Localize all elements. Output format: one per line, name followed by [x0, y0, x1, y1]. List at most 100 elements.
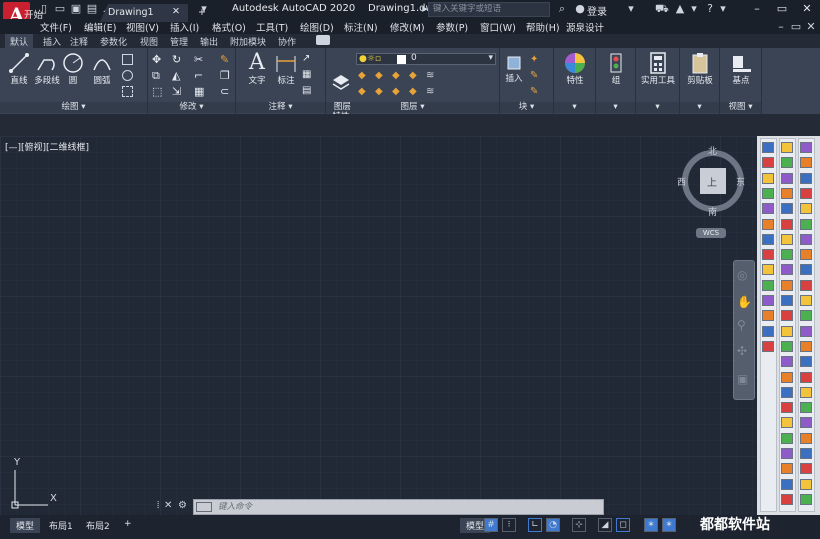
ellipse-icon[interactable]: [122, 70, 133, 81]
toolbar-tool-icon[interactable]: [781, 325, 793, 337]
toolbar-tool-icon[interactable]: [781, 310, 793, 322]
compass-east[interactable]: 东: [736, 175, 745, 188]
toolbar-tool-icon[interactable]: [800, 448, 812, 459]
arc-button[interactable]: 圆弧: [90, 52, 114, 86]
copy-icon[interactable]: ⧉: [152, 69, 163, 82]
layer-walk-icon[interactable]: ◆: [409, 86, 420, 97]
layer-thaw-icon[interactable]: ◆: [375, 86, 386, 97]
toolbar-tool-icon[interactable]: [762, 157, 774, 169]
toolbar-tool-icon[interactable]: [781, 432, 793, 444]
toolbar-tool-icon[interactable]: [800, 493, 812, 505]
search-icon[interactable]: ⌕: [556, 3, 568, 15]
create-block-icon[interactable]: ✦: [530, 54, 541, 65]
cmd-customize-icon[interactable]: ⚙: [178, 500, 187, 511]
toolbar-tool-icon[interactable]: [762, 233, 774, 245]
tab-start[interactable]: 开始: [16, 4, 51, 22]
tab-default[interactable]: 默认: [5, 34, 34, 48]
layout-tab-1[interactable]: 布局1: [43, 518, 79, 533]
erase-icon[interactable]: ✎: [220, 53, 231, 66]
toolbar-tool-icon[interactable]: [800, 325, 812, 337]
toolbar-tool-icon[interactable]: [781, 295, 793, 306]
toolbar-tool-icon[interactable]: [762, 325, 774, 337]
toolbar-tool-icon[interactable]: [800, 478, 812, 490]
layout-tab-model[interactable]: 模型: [10, 518, 41, 533]
command-input[interactable]: 键入命令: [193, 499, 604, 515]
modify-panel-title[interactable]: 修改 ▾: [148, 102, 235, 113]
toolbar-tool-icon[interactable]: [781, 218, 793, 230]
menu-edit[interactable]: 编辑(E): [84, 20, 116, 34]
orbit-icon[interactable]: ✣: [737, 344, 747, 358]
toolbar-tool-icon[interactable]: [800, 187, 812, 199]
polar-icon[interactable]: ◔: [546, 518, 560, 532]
toolbar-tool-icon[interactable]: [781, 233, 793, 245]
hatch-icon[interactable]: [122, 86, 133, 97]
tab-view[interactable]: 视图: [140, 35, 158, 48]
menu-yuanquan[interactable]: 源泉设计: [566, 20, 604, 34]
toolbar-tool-icon[interactable]: [781, 371, 793, 383]
toolbar-tool-icon[interactable]: [762, 264, 774, 276]
menu-view[interactable]: 视图(V): [126, 20, 159, 34]
block-panel-title[interactable]: 块 ▾: [500, 102, 553, 113]
toolbar-tool-icon[interactable]: [762, 295, 774, 306]
menu-format[interactable]: 格式(O): [212, 20, 246, 34]
layer-off-icon[interactable]: ◆: [375, 70, 386, 81]
line-button[interactable]: 直线: [6, 52, 32, 86]
toolbar-tool-icon[interactable]: [800, 264, 812, 276]
annovisibility-icon[interactable]: ✶: [662, 518, 676, 532]
polyline-button[interactable]: 多段线: [32, 52, 62, 86]
toolbar-tool-icon[interactable]: [781, 386, 793, 398]
toolbar-tool-icon[interactable]: [762, 249, 774, 261]
wcs-menu[interactable]: WCS: [696, 228, 726, 238]
clipboard-button[interactable]: 剪贴板: [682, 52, 718, 86]
toolbar-tool-icon[interactable]: [762, 310, 774, 322]
layout-tab-2[interactable]: 布局2: [80, 518, 116, 533]
toolbar-tool-icon[interactable]: [762, 187, 774, 199]
tab-addins[interactable]: 附加模块: [230, 35, 266, 48]
toolbar-tool-icon[interactable]: [762, 172, 774, 184]
properties-button[interactable]: 特性: [558, 52, 592, 86]
menu-dimension[interactable]: 标注(N): [344, 20, 378, 34]
mirror-icon[interactable]: ◭: [172, 69, 183, 82]
minimize-icon[interactable]: –: [750, 2, 764, 16]
toolbar-tool-icon[interactable]: [800, 463, 812, 475]
toolbar-tool-icon[interactable]: [800, 310, 812, 322]
osnap-track-icon[interactable]: ⊹: [572, 518, 586, 532]
menu-file[interactable]: 文件(F): [40, 20, 72, 34]
toolbar-tool-icon[interactable]: [800, 295, 812, 306]
save-as-icon[interactable]: ▤: [86, 3, 98, 15]
toolbar-tool-icon[interactable]: [762, 142, 774, 153]
cmd-history-icon[interactable]: [196, 502, 212, 512]
menu-parameters[interactable]: 参数(P): [436, 20, 468, 34]
cart-icon[interactable]: ⛟: [655, 3, 669, 15]
autodesk-a360-icon[interactable]: ▲: [674, 3, 686, 15]
new-tab-icon[interactable]: +: [190, 4, 214, 22]
layer-on-icon[interactable]: ◆: [358, 86, 369, 97]
menu-insert[interactable]: 插入(I): [170, 20, 199, 34]
pan-icon[interactable]: ✋: [737, 295, 752, 309]
snap-icon[interactable]: ⁝: [502, 518, 516, 532]
restore-icon[interactable]: ▭: [775, 2, 789, 16]
toolbar-tool-icon[interactable]: [781, 340, 793, 352]
insert-block-button[interactable]: 插入: [503, 52, 525, 84]
minimize-doc-icon[interactable]: –: [775, 21, 787, 33]
toolbar-tool-icon[interactable]: [762, 340, 774, 352]
draw-panel-title[interactable]: 绘图 ▾: [0, 102, 147, 113]
toolbar-tool-icon[interactable]: [781, 493, 793, 505]
toolbar-tool-icon[interactable]: [762, 279, 774, 291]
ortho-icon[interactable]: ∟: [528, 518, 542, 532]
menu-modify[interactable]: 修改(M): [390, 20, 425, 34]
layer-lock-icon[interactable]: ◆: [409, 70, 420, 81]
compass-south[interactable]: 南: [708, 205, 717, 218]
toolbar-tool-icon[interactable]: [781, 157, 793, 169]
viewcube-top-face[interactable]: 上: [707, 174, 717, 189]
dimension-button[interactable]: 标注: [273, 52, 299, 86]
toolbar-tool-icon[interactable]: [800, 249, 812, 261]
osnap-icon[interactable]: ◻: [616, 518, 630, 532]
toolbar-tool-icon[interactable]: [781, 203, 793, 215]
toolbar-tool-icon[interactable]: [781, 142, 793, 153]
utilities-button[interactable]: 实用工具: [638, 52, 678, 86]
toolbar-tool-icon[interactable]: [781, 279, 793, 291]
menu-window[interactable]: 窗口(W): [480, 20, 516, 34]
array-icon[interactable]: ▦: [194, 85, 205, 98]
toolbar-tool-icon[interactable]: [781, 249, 793, 261]
